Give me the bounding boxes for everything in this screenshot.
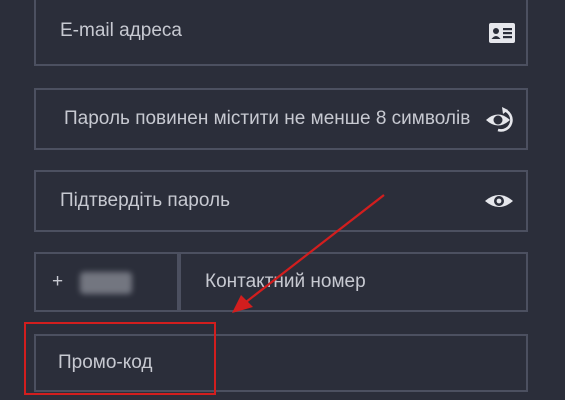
id-card-icon (488, 22, 516, 44)
blurred-country-code (80, 272, 132, 294)
confirm-password-field[interactable]: Підтвердіть пароль (34, 170, 528, 232)
country-code-field[interactable]: + (34, 252, 179, 312)
eye-icon[interactable] (484, 190, 514, 212)
promo-code-placeholder: Промо-код (58, 352, 153, 373)
registration-form: E-mail адреса Пароль повинен містити не … (0, 0, 565, 400)
promo-code-field[interactable]: Промо-код (34, 334, 528, 392)
phone-placeholder: Контактний номер (205, 271, 366, 292)
phone-field[interactable]: Контактний номер (179, 252, 528, 312)
eye-refresh-icon[interactable] (484, 105, 518, 135)
email-placeholder: E-mail адреса (60, 20, 182, 41)
password-placeholder: Пароль повинен містити не менше 8 символ… (64, 108, 471, 129)
confirm-password-placeholder: Підтвердіть пароль (60, 190, 230, 211)
password-field[interactable]: Пароль повинен містити не менше 8 символ… (34, 88, 528, 150)
email-field[interactable]: E-mail адреса (34, 0, 528, 66)
country-code-prefix: + (52, 271, 64, 292)
